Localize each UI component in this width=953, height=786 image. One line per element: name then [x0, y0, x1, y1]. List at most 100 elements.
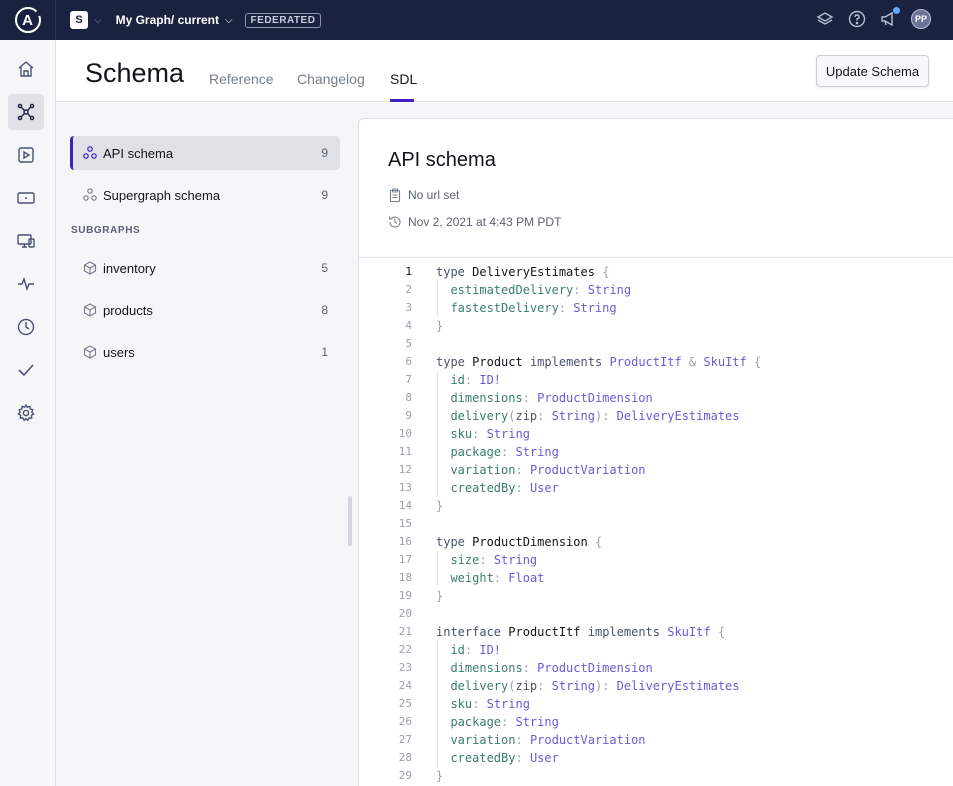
schema-item-supergraph[interactable]: Supergraph schema 9: [70, 178, 340, 212]
line-number: 24: [398, 679, 412, 692]
history-icon[interactable]: [8, 309, 44, 345]
indent-guide: [437, 281, 438, 317]
code-line: 15: [359, 515, 953, 533]
timestamp-text: Nov 2, 2021 at 4:43 PM PDT: [408, 215, 562, 229]
line-number: 1: [405, 265, 412, 278]
code-line: 9 delivery(zip: String): DeliveryEstimat…: [359, 407, 953, 425]
code-line: 29}: [359, 767, 953, 785]
line-number: 12: [398, 463, 412, 476]
clients-icon[interactable]: [8, 223, 44, 259]
code-line: 1 type DeliveryEstimates {: [359, 263, 953, 281]
code-line: 5: [359, 335, 953, 353]
line-number: 7: [405, 373, 412, 386]
code-line: 11 package: String: [359, 443, 953, 461]
checks-icon[interactable]: [8, 352, 44, 388]
code-line: 25 sku: String: [359, 695, 953, 713]
panel-resize-handle[interactable]: [348, 496, 352, 546]
code-text: estimatedDelivery: String: [450, 283, 632, 297]
insights-icon[interactable]: [8, 266, 44, 302]
code-text: dimensions: ProductDimension: [450, 661, 653, 675]
home-icon[interactable]: [8, 51, 44, 87]
code-text: fastestDelivery: String: [450, 301, 617, 315]
code-text: interface ProductItf implements SkuItf {: [436, 625, 726, 639]
line-number: 3: [405, 301, 412, 314]
subgraph-item-count: 5: [321, 261, 328, 275]
page-title: Schema: [85, 58, 185, 88]
code-line: 4}: [359, 317, 953, 335]
line-number: 9: [405, 409, 412, 422]
line-number: 27: [398, 733, 412, 746]
settings-gear-icon[interactable]: [8, 395, 44, 431]
help-icon[interactable]: [847, 9, 867, 29]
line-number: 20: [398, 607, 412, 620]
line-number: 5: [405, 337, 412, 350]
code-line: 7 id: ID!: [359, 371, 953, 389]
sdl-code-view[interactable]: 1 type DeliveryEstimates { 2 estimatedDeli…: [359, 263, 953, 785]
code-line: 19}: [359, 587, 953, 605]
announcement-icon[interactable]: [879, 7, 900, 29]
panel-divider: [359, 257, 953, 258]
code-text: }: [436, 499, 444, 513]
line-number: 29: [398, 769, 412, 782]
tab-reference[interactable]: Reference: [209, 71, 274, 87]
code-line: 17 size: String: [359, 551, 953, 569]
org-avatar[interactable]: S: [70, 11, 88, 29]
code-text: delivery(zip: String): DeliveryEstimates: [450, 679, 740, 693]
chevron-down-icon[interactable]: ⌵: [94, 15, 102, 26]
code-line: 8 dimensions: ProductDimension: [359, 389, 953, 407]
top-bar: A S ⌵ My Graph/ current ⌵ FEDERATED PP: [0, 0, 953, 40]
code-text: delivery(zip: String): DeliveryEstimates: [450, 409, 740, 423]
subgraph-item-users[interactable]: users 1: [70, 335, 340, 369]
line-number: 25: [398, 697, 412, 710]
left-nav: [0, 40, 56, 786]
subgraph-item-inventory[interactable]: inventory 5: [70, 251, 340, 285]
page-header: Schema Reference Changelog SDL Update Sc…: [56, 40, 953, 102]
operations-icon[interactable]: [8, 180, 44, 216]
code-text: sku: String: [450, 427, 530, 441]
code-line: 21 interface ProductItf implements SkuItf…: [359, 623, 953, 641]
schema-item-api[interactable]: API schema 9: [70, 136, 340, 170]
clipboard-icon: [388, 188, 402, 202]
subgraph-item-label: inventory: [103, 260, 156, 276]
line-number: 26: [398, 715, 412, 728]
code-text: weight: Float: [450, 571, 545, 585]
federated-badge: FEDERATED: [244, 12, 322, 28]
schema-item-count: 9: [321, 188, 328, 202]
code-line: 16 type ProductDimension {: [359, 533, 953, 551]
subgraph-item-products[interactable]: products 8: [70, 293, 340, 327]
main-area: API schema 9 Supergraph schema 9 SUBGRAP…: [56, 103, 953, 786]
layers-icon[interactable]: [815, 9, 835, 29]
line-number: 17: [398, 553, 412, 566]
chevron-down-icon[interactable]: ⌵: [225, 15, 233, 26]
code-line: 20: [359, 605, 953, 623]
schema-panel: API schema No url set Nov 2, 2021 at 4:4…: [358, 118, 953, 786]
code-text: }: [436, 319, 444, 333]
graph-nodes-icon: [82, 187, 98, 203]
explorer-icon[interactable]: [8, 137, 44, 173]
update-schema-button[interactable]: Update Schema: [816, 55, 929, 87]
line-number: 13: [398, 481, 412, 494]
indent-guide: [437, 371, 438, 497]
line-number: 2: [405, 283, 412, 296]
schema-item-label: API schema: [103, 145, 174, 161]
schema-item-label: Supergraph schema: [103, 187, 221, 203]
line-number: 19: [398, 589, 412, 602]
cube-icon: [82, 302, 98, 318]
tab-sdl[interactable]: SDL: [390, 71, 417, 87]
code-line: 10 sku: String: [359, 425, 953, 443]
tab-changelog[interactable]: Changelog: [297, 71, 365, 87]
code-text: size: String: [450, 553, 538, 567]
code-text: type DeliveryEstimates {: [436, 265, 610, 279]
line-number: 14: [398, 499, 412, 512]
apollo-logo[interactable]: A: [0, 0, 56, 40]
subgraph-item-count: 1: [321, 345, 328, 359]
code-text: id: ID!: [450, 373, 502, 387]
line-number: 10: [398, 427, 412, 440]
code-line: 14}: [359, 497, 953, 515]
indent-guide: [437, 641, 438, 767]
apollo-logo-mark: A: [14, 7, 42, 33]
schema-graph-icon[interactable]: [8, 94, 44, 130]
graph-selector[interactable]: My Graph/ current: [116, 13, 219, 27]
timestamp-row: Nov 2, 2021 at 4:43 PM PDT: [388, 215, 561, 229]
user-avatar[interactable]: PP: [911, 9, 931, 29]
